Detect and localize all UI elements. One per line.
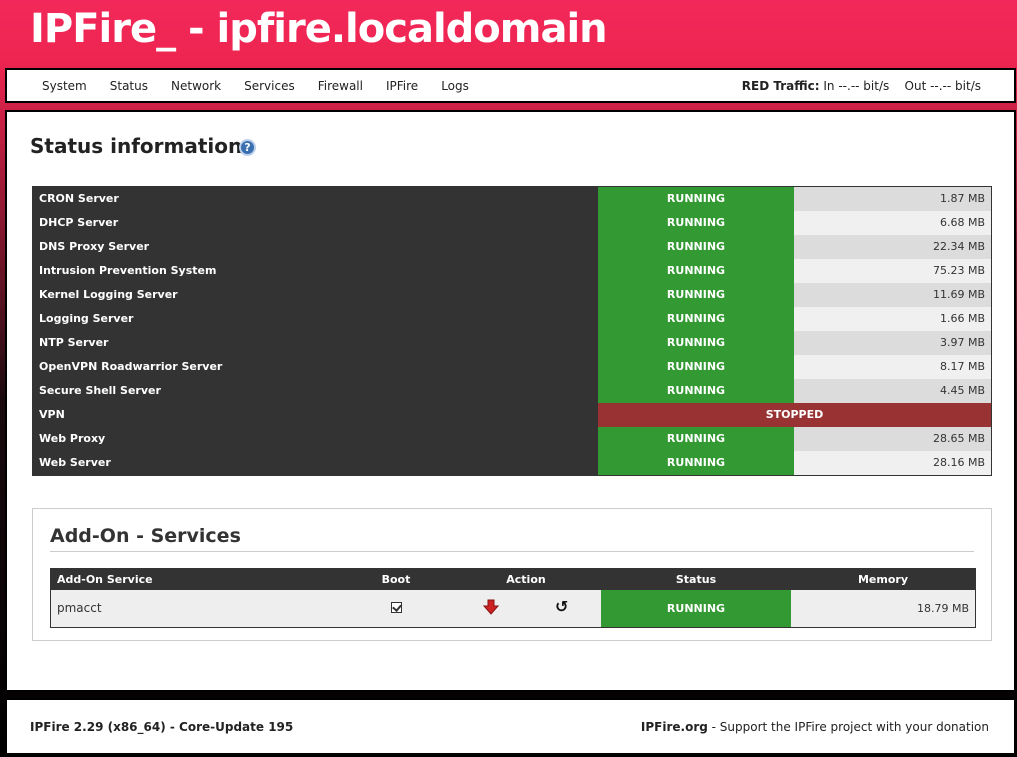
header-boot: Boot <box>381 573 411 586</box>
action-cell: ↺ <box>451 590 601 627</box>
table-row: DNS Proxy Server RUNNING 22.34 MB <box>33 235 991 259</box>
table-row: Web Server RUNNING 28.16 MB <box>33 451 991 475</box>
boot-cell <box>341 590 451 627</box>
footer-site-link[interactable]: IPFire.org <box>641 720 708 734</box>
service-name: DNS Proxy Server <box>33 235 598 259</box>
service-memory: 8.17 MB <box>794 355 991 379</box>
footer-support: IPFire.org - Support the IPFire project … <box>641 720 989 734</box>
table-row: Kernel Logging Server RUNNING 11.69 MB <box>33 283 991 307</box>
addon-memory: 18.79 MB <box>916 602 969 615</box>
service-memory: 6.68 MB <box>794 211 991 235</box>
service-status-badge: STOPPED <box>598 403 991 427</box>
addon-status-badge: RUNNING <box>601 590 791 627</box>
traffic-label: RED Traffic: <box>741 79 820 93</box>
main-navigation: System Status Network Services Firewall … <box>5 68 1016 103</box>
table-row: Logging Server RUNNING 1.66 MB <box>33 307 991 331</box>
service-memory: 75.23 MB <box>794 259 991 283</box>
addon-divider <box>50 551 974 552</box>
restart-icon[interactable]: ↺ <box>555 598 573 616</box>
service-name: Web Server <box>33 451 598 475</box>
footer: IPFire 2.29 (x86_64) - Core-Update 195 I… <box>5 698 1016 755</box>
service-name: Intrusion Prevention System <box>33 259 598 283</box>
service-memory: 11.69 MB <box>794 283 991 307</box>
addon-services-table: Add-On Service Boot Action Status Memory… <box>50 568 976 628</box>
nav-item-services[interactable]: Services <box>244 79 295 93</box>
table-row: DHCP Server RUNNING 6.68 MB <box>33 211 991 235</box>
service-memory: 28.65 MB <box>794 427 991 451</box>
service-name: DHCP Server <box>33 211 598 235</box>
nav-item-network[interactable]: Network <box>171 79 221 93</box>
service-status-badge: RUNNING <box>598 331 794 355</box>
service-status-badge: RUNNING <box>598 283 794 307</box>
nav-menu: System Status Network Services Firewall … <box>42 79 492 93</box>
nav-item-status[interactable]: Status <box>110 79 148 93</box>
footer-support-text: - Support the IPFire project with your d… <box>707 720 989 734</box>
service-name: OpenVPN Roadwarrior Server <box>33 355 598 379</box>
service-status-badge: RUNNING <box>598 355 794 379</box>
main-content: Status information ? CRON Server RUNNING 1… <box>5 110 1016 692</box>
header-memory: Memory <box>857 573 909 586</box>
table-row: Web Proxy RUNNING 28.65 MB <box>33 427 991 451</box>
header-status: Status <box>675 573 717 586</box>
red-traffic-indicator: RED Traffic: In --.-- bit/s Out --.-- bi… <box>742 79 981 93</box>
footer-version: IPFire 2.29 (x86_64) - Core-Update 195 <box>30 720 294 734</box>
table-row: CRON Server RUNNING 1.87 MB <box>33 187 991 211</box>
service-status-badge: RUNNING <box>598 235 794 259</box>
service-memory: 1.87 MB <box>794 187 991 211</box>
service-memory: 4.45 MB <box>794 379 991 403</box>
table-row: pmacct ↺ RUNNING 18.79 MB <box>51 590 975 627</box>
header-action: Action <box>506 573 546 586</box>
help-icon[interactable]: ? <box>239 139 256 156</box>
table-row: NTP Server RUNNING 3.97 MB <box>33 331 991 355</box>
service-name: Web Proxy <box>33 427 598 451</box>
service-name: Logging Server <box>33 307 598 331</box>
addon-table-header: Add-On Service Boot Action Status Memory <box>51 569 975 590</box>
page-header-title: IPFire_ - ipfire.localdomain <box>30 6 608 52</box>
addon-services-panel: Add-On - Services Add-On Service Boot Ac… <box>32 508 992 641</box>
service-name: CRON Server <box>33 187 598 211</box>
boot-checkbox-icon[interactable] <box>391 602 402 613</box>
service-status-badge: RUNNING <box>598 187 794 211</box>
service-status-badge: RUNNING <box>598 307 794 331</box>
service-name: Secure Shell Server <box>33 379 598 403</box>
services-status-table: CRON Server RUNNING 1.87 MB DHCP Server RUNN… <box>32 186 992 476</box>
service-memory: 22.34 MB <box>794 235 991 259</box>
table-row: OpenVPN Roadwarrior Server RUNNING 8.17 MB <box>33 355 991 379</box>
traffic-in: In --.-- bit/s <box>823 79 890 93</box>
service-status-badge: RUNNING <box>598 451 794 475</box>
nav-item-logs[interactable]: Logs <box>441 79 469 93</box>
service-status-badge: RUNNING <box>598 211 794 235</box>
header-addon-service: Add-On Service <box>57 573 153 586</box>
nav-item-firewall[interactable]: Firewall <box>318 79 363 93</box>
service-name: VPN <box>33 403 598 427</box>
table-row: Secure Shell Server RUNNING 4.45 MB <box>33 379 991 403</box>
table-row: VPN STOPPED <box>33 403 991 427</box>
service-memory: 1.66 MB <box>794 307 991 331</box>
service-name: Kernel Logging Server <box>33 283 598 307</box>
nav-item-system[interactable]: System <box>42 79 87 93</box>
service-status-badge: RUNNING <box>598 379 794 403</box>
addon-service-name: pmacct <box>57 601 102 615</box>
service-status-badge: RUNNING <box>598 259 794 283</box>
service-name: NTP Server <box>33 331 598 355</box>
service-memory: 28.16 MB <box>794 451 991 475</box>
page-title: Status information <box>30 134 243 158</box>
service-status-badge: RUNNING <box>598 427 794 451</box>
stop-arrow-icon[interactable] <box>483 599 499 615</box>
traffic-out: Out --.-- bit/s <box>904 79 981 93</box>
service-memory: 3.97 MB <box>794 331 991 355</box>
addon-services-title: Add-On - Services <box>50 525 241 547</box>
table-row: Intrusion Prevention System RUNNING 75.23 … <box>33 259 991 283</box>
nav-item-ipfire[interactable]: IPFire <box>386 79 418 93</box>
